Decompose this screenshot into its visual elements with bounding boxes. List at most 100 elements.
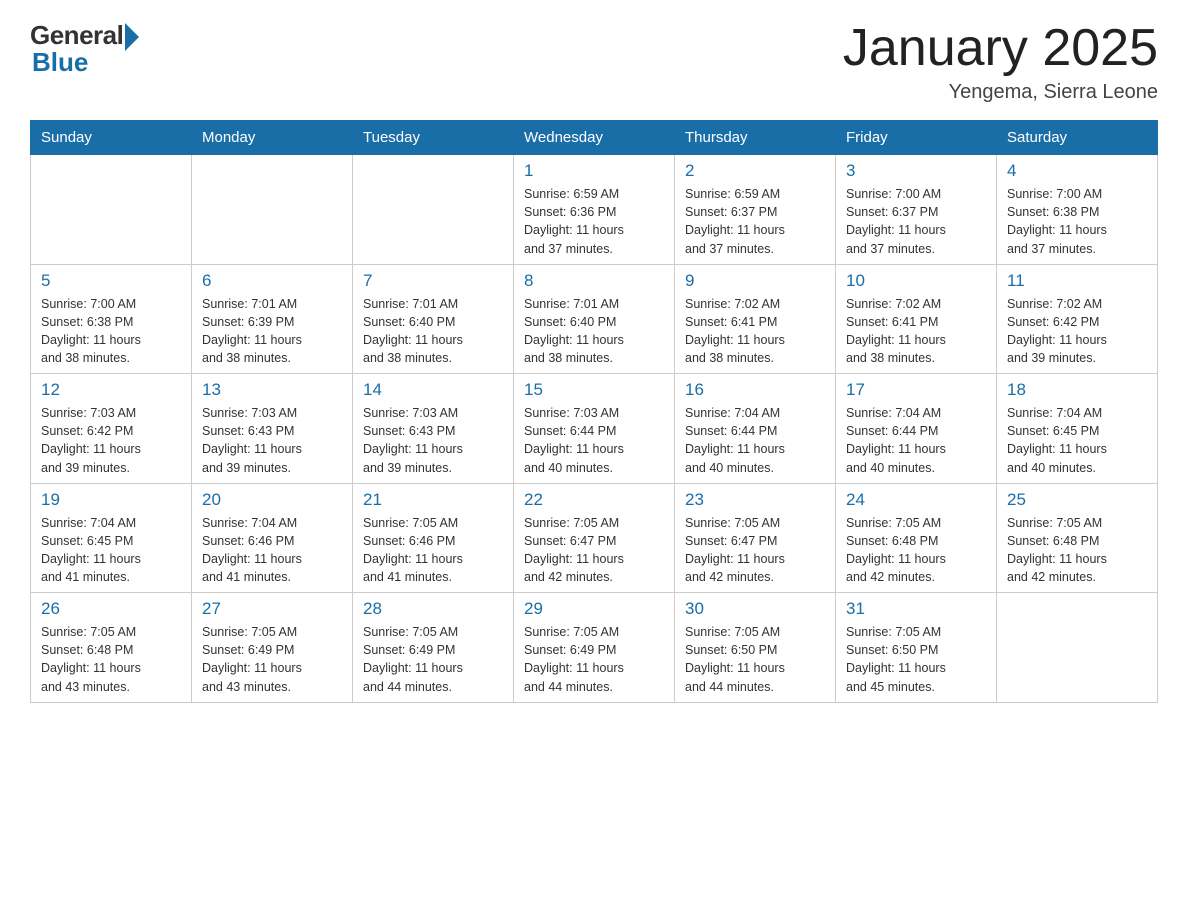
day-number: 15 <box>524 380 664 400</box>
day-cell: 17 Sunrise: 7:04 AM Sunset: 6:44 PM Dayli… <box>836 374 997 484</box>
day-info: Sunrise: 6:59 AM Sunset: 6:36 PM Dayligh… <box>524 185 664 258</box>
day-cell: 21 Sunrise: 7:05 AM Sunset: 6:46 PM Dayli… <box>353 483 514 593</box>
day-cell: 9 Sunrise: 7:02 AM Sunset: 6:41 PM Daylig… <box>675 264 836 374</box>
day-number: 1 <box>524 161 664 181</box>
day-info: Sunrise: 7:03 AM Sunset: 6:42 PM Dayligh… <box>41 404 181 477</box>
day-cell: 24 Sunrise: 7:05 AM Sunset: 6:48 PM Dayli… <box>836 483 997 593</box>
day-number: 7 <box>363 271 503 291</box>
logo-blue-text: Blue <box>32 47 88 78</box>
day-number: 2 <box>685 161 825 181</box>
day-number: 24 <box>846 490 986 510</box>
day-info: Sunrise: 7:05 AM Sunset: 6:49 PM Dayligh… <box>202 623 342 696</box>
day-cell: 6Sunrise: 7:01 AM Sunset: 6:39 PM Daylig… <box>192 264 353 374</box>
day-number: 30 <box>685 599 825 619</box>
day-number: 13 <box>202 380 342 400</box>
day-cell <box>31 155 192 265</box>
day-info: Sunrise: 7:05 AM Sunset: 6:49 PM Dayligh… <box>524 623 664 696</box>
day-cell: 14 Sunrise: 7:03 AM Sunset: 6:43 PM Dayli… <box>353 374 514 484</box>
day-cell: 10Sunrise: 7:02 AM Sunset: 6:41 PM Dayli… <box>836 264 997 374</box>
day-info: Sunrise: 7:02 AM Sunset: 6:41 PM Dayligh… <box>846 295 986 368</box>
day-cell: 28 Sunrise: 7:05 AM Sunset: 6:49 PM Dayli… <box>353 593 514 703</box>
day-info: Sunrise: 7:01 AM Sunset: 6:39 PM Dayligh… <box>202 295 342 368</box>
location: Yengema, Sierra Leone <box>843 81 1158 104</box>
day-info: Sunrise: 7:05 AM Sunset: 6:47 PM Dayligh… <box>524 514 664 587</box>
day-number: 23 <box>685 490 825 510</box>
day-info: Sunrise: 7:02 AM Sunset: 6:42 PM Dayligh… <box>1007 295 1147 368</box>
day-cell: 4 Sunrise: 7:00 AM Sunset: 6:38 PM Daylig… <box>997 155 1158 265</box>
day-cell: 29 Sunrise: 7:05 AM Sunset: 6:49 PM Dayli… <box>514 593 675 703</box>
day-info: Sunrise: 7:00 AM Sunset: 6:38 PM Dayligh… <box>41 295 181 368</box>
day-cell: 30Sunrise: 7:05 AM Sunset: 6:50 PM Dayli… <box>675 593 836 703</box>
day-info: Sunrise: 7:04 AM Sunset: 6:44 PM Dayligh… <box>685 404 825 477</box>
day-number: 16 <box>685 380 825 400</box>
day-cell: 18 Sunrise: 7:04 AM Sunset: 6:45 PM Dayli… <box>997 374 1158 484</box>
day-info: Sunrise: 7:05 AM Sunset: 6:47 PM Dayligh… <box>685 514 825 587</box>
day-number: 20 <box>202 490 342 510</box>
logo: General Blue <box>30 20 139 78</box>
day-number: 21 <box>363 490 503 510</box>
days-of-week-row: SundayMondayTuesdayWednesdayThursdayFrid… <box>31 121 1158 155</box>
day-info: Sunrise: 7:05 AM Sunset: 6:48 PM Dayligh… <box>846 514 986 587</box>
day-info: Sunrise: 7:04 AM Sunset: 6:46 PM Dayligh… <box>202 514 342 587</box>
day-cell: 25Sunrise: 7:05 AM Sunset: 6:48 PM Dayli… <box>997 483 1158 593</box>
logo-arrow-icon <box>125 23 139 51</box>
week-row-4: 19 Sunrise: 7:04 AM Sunset: 6:45 PM Dayli… <box>31 483 1158 593</box>
week-row-3: 12 Sunrise: 7:03 AM Sunset: 6:42 PM Dayli… <box>31 374 1158 484</box>
week-row-2: 5 Sunrise: 7:00 AM Sunset: 6:38 PM Daylig… <box>31 264 1158 374</box>
day-number: 29 <box>524 599 664 619</box>
day-cell: 12 Sunrise: 7:03 AM Sunset: 6:42 PM Dayli… <box>31 374 192 484</box>
day-header-wednesday: Wednesday <box>514 121 675 155</box>
day-number: 11 <box>1007 271 1147 291</box>
day-number: 5 <box>41 271 181 291</box>
week-row-1: 1 Sunrise: 6:59 AM Sunset: 6:36 PM Daylig… <box>31 155 1158 265</box>
day-cell: 19 Sunrise: 7:04 AM Sunset: 6:45 PM Dayli… <box>31 483 192 593</box>
day-info: Sunrise: 7:04 AM Sunset: 6:45 PM Dayligh… <box>41 514 181 587</box>
day-cell: 8Sunrise: 7:01 AM Sunset: 6:40 PM Daylig… <box>514 264 675 374</box>
day-number: 25 <box>1007 490 1147 510</box>
day-header-thursday: Thursday <box>675 121 836 155</box>
day-cell: 20 Sunrise: 7:04 AM Sunset: 6:46 PM Dayli… <box>192 483 353 593</box>
day-cell: 3 Sunrise: 7:00 AM Sunset: 6:37 PM Daylig… <box>836 155 997 265</box>
day-info: Sunrise: 7:04 AM Sunset: 6:45 PM Dayligh… <box>1007 404 1147 477</box>
day-header-tuesday: Tuesday <box>353 121 514 155</box>
day-number: 14 <box>363 380 503 400</box>
day-info: Sunrise: 7:00 AM Sunset: 6:37 PM Dayligh… <box>846 185 986 258</box>
day-info: Sunrise: 6:59 AM Sunset: 6:37 PM Dayligh… <box>685 185 825 258</box>
page-header: General Blue January 2025 Yengema, Sierr… <box>30 20 1158 104</box>
day-cell: 1 Sunrise: 6:59 AM Sunset: 6:36 PM Daylig… <box>514 155 675 265</box>
day-cell: 23 Sunrise: 7:05 AM Sunset: 6:47 PM Dayli… <box>675 483 836 593</box>
day-info: Sunrise: 7:05 AM Sunset: 6:48 PM Dayligh… <box>41 623 181 696</box>
day-info: Sunrise: 7:03 AM Sunset: 6:44 PM Dayligh… <box>524 404 664 477</box>
day-number: 4 <box>1007 161 1147 181</box>
day-number: 9 <box>685 271 825 291</box>
day-cell: 7Sunrise: 7:01 AM Sunset: 6:40 PM Daylig… <box>353 264 514 374</box>
day-cell: 15 Sunrise: 7:03 AM Sunset: 6:44 PM Dayli… <box>514 374 675 484</box>
day-number: 18 <box>1007 380 1147 400</box>
day-cell: 5 Sunrise: 7:00 AM Sunset: 6:38 PM Daylig… <box>31 264 192 374</box>
day-number: 28 <box>363 599 503 619</box>
day-cell: 13Sunrise: 7:03 AM Sunset: 6:43 PM Dayli… <box>192 374 353 484</box>
day-header-sunday: Sunday <box>31 121 192 155</box>
day-cell: 16 Sunrise: 7:04 AM Sunset: 6:44 PM Dayli… <box>675 374 836 484</box>
day-info: Sunrise: 7:02 AM Sunset: 6:41 PM Dayligh… <box>685 295 825 368</box>
title-area: January 2025 Yengema, Sierra Leone <box>843 20 1158 104</box>
day-number: 17 <box>846 380 986 400</box>
day-number: 12 <box>41 380 181 400</box>
day-number: 3 <box>846 161 986 181</box>
day-header-saturday: Saturday <box>997 121 1158 155</box>
day-info: Sunrise: 7:03 AM Sunset: 6:43 PM Dayligh… <box>363 404 503 477</box>
day-cell <box>192 155 353 265</box>
calendar-table: SundayMondayTuesdayWednesdayThursdayFrid… <box>30 120 1158 703</box>
week-row-5: 26Sunrise: 7:05 AM Sunset: 6:48 PM Dayli… <box>31 593 1158 703</box>
day-info: Sunrise: 7:05 AM Sunset: 6:46 PM Dayligh… <box>363 514 503 587</box>
day-number: 19 <box>41 490 181 510</box>
day-cell <box>353 155 514 265</box>
day-info: Sunrise: 7:05 AM Sunset: 6:49 PM Dayligh… <box>363 623 503 696</box>
day-cell: 22 Sunrise: 7:05 AM Sunset: 6:47 PM Dayli… <box>514 483 675 593</box>
day-info: Sunrise: 7:04 AM Sunset: 6:44 PM Dayligh… <box>846 404 986 477</box>
day-number: 31 <box>846 599 986 619</box>
month-title: January 2025 <box>843 20 1158 77</box>
day-cell: 2 Sunrise: 6:59 AM Sunset: 6:37 PM Daylig… <box>675 155 836 265</box>
day-number: 22 <box>524 490 664 510</box>
day-info: Sunrise: 7:00 AM Sunset: 6:38 PM Dayligh… <box>1007 185 1147 258</box>
